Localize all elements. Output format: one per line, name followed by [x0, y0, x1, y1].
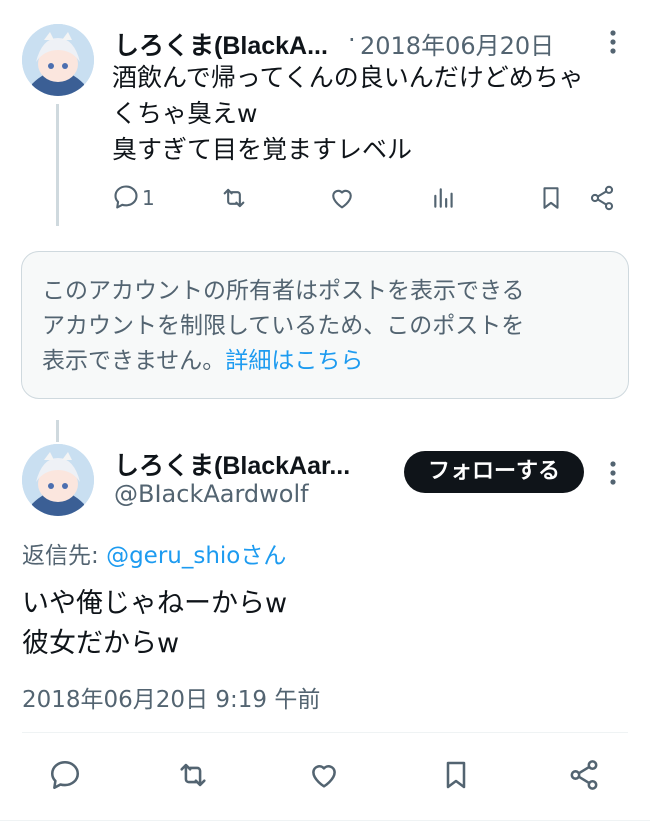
divider	[0, 820, 650, 821]
thread-line	[56, 104, 59, 226]
notice-text: 表示できません。	[42, 348, 226, 374]
separator: ·	[348, 26, 356, 54]
tweet-text: いや俺じゃねーからw 彼女だからw	[22, 584, 287, 664]
follow-button[interactable]: フォローする	[404, 451, 584, 493]
views-icon[interactable]	[431, 184, 457, 212]
restricted-post-notice: このアカウントの所有者はポストを表示できる アカウントを制限しているため、このポ…	[21, 251, 629, 399]
reply-button[interactable]	[112, 183, 140, 211]
reply-icon	[114, 185, 138, 209]
tweet-line: いや俺じゃねーからw	[22, 588, 288, 619]
share-icon[interactable]	[567, 758, 601, 792]
reply-to-user-link[interactable]: @geru_shioさん	[106, 543, 286, 569]
bookmark-icon[interactable]	[538, 184, 564, 212]
share-icon[interactable]	[588, 184, 616, 212]
tweet-line: 臭すぎて目を覚ますレベル	[112, 135, 413, 164]
avatar[interactable]	[22, 444, 94, 516]
tweet-line: 彼女だからw	[22, 628, 180, 659]
user-handle[interactable]: @BIackAardwolf	[114, 480, 309, 508]
display-name[interactable]: しろくま(BlackAar...	[114, 446, 350, 482]
more-icon[interactable]	[602, 29, 624, 55]
like-icon[interactable]	[307, 758, 341, 792]
tweet-text: 酒飲んで帰ってくんの良いんだけどめちゃ くちゃ臭えw 臭すぎて目を覚ますレベル	[112, 60, 584, 168]
tweet-line: 酒飲んで帰ってくんの良いんだけどめちゃ	[112, 63, 584, 92]
tweet-date[interactable]: 2018年06月20日	[360, 26, 554, 61]
reply-to: 返信先: @geru_shioさん	[22, 536, 286, 570]
notice-text-line: アカウントを制限しているため、このポストを	[42, 313, 525, 339]
bookmark-icon[interactable]	[440, 758, 472, 792]
tweet-timestamp[interactable]: 2018年06月20日 9:19 午前	[22, 680, 320, 714]
retweet-icon[interactable]	[175, 758, 211, 792]
notice-text-line: 表示できません。詳細はこちら	[42, 344, 525, 379]
reply-count: 1	[142, 186, 155, 210]
tweet-line: くちゃ臭えw	[112, 99, 258, 128]
display-name[interactable]: しろくま(BlackA...	[114, 26, 328, 62]
notice-text-line: このアカウントの所有者はポストを表示できる	[42, 278, 525, 304]
divider	[22, 732, 628, 733]
avatar[interactable]	[22, 24, 94, 96]
thread-line	[56, 420, 59, 442]
more-icon[interactable]	[602, 460, 624, 486]
retweet-icon[interactable]	[219, 184, 249, 212]
reply-icon[interactable]	[48, 758, 82, 792]
learn-more-link[interactable]: 詳細はこちら	[225, 348, 363, 374]
like-icon[interactable]	[328, 184, 356, 212]
reply-to-prefix: 返信先:	[22, 543, 107, 569]
